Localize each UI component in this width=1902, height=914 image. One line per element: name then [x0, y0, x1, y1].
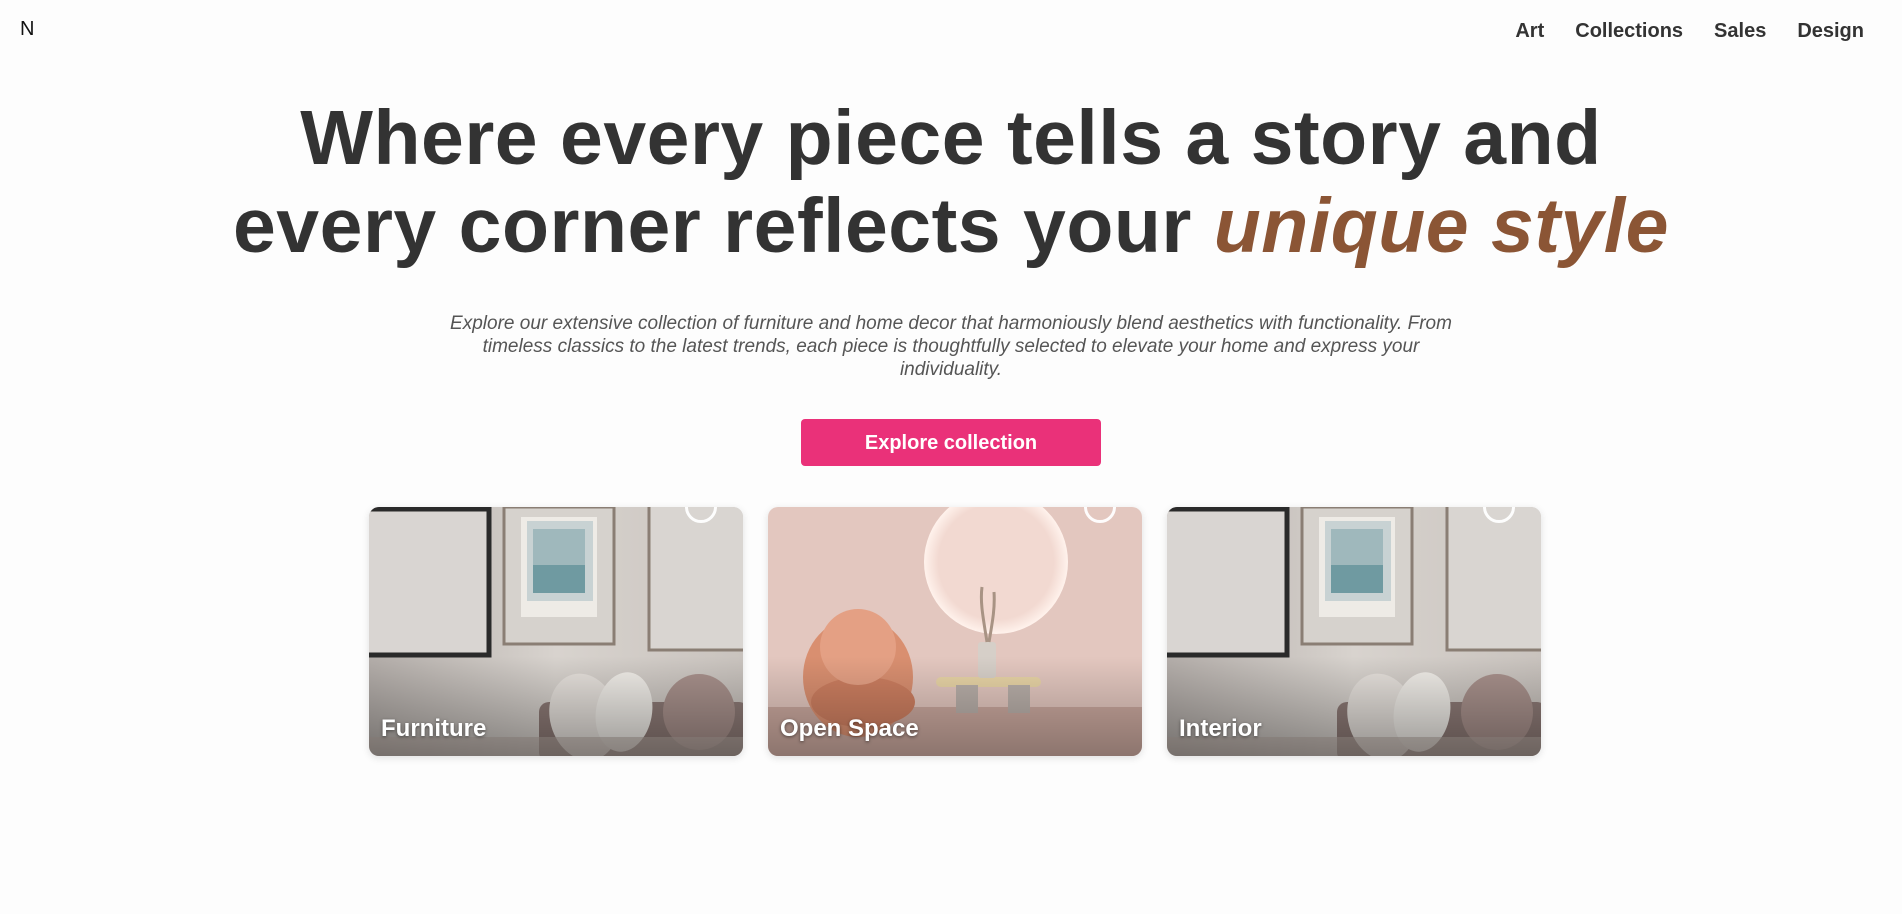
- headline-accent: unique style: [1213, 183, 1670, 269]
- card-label: Open Space: [780, 715, 919, 742]
- hero-section: Where every piece tells a story and ever…: [0, 94, 1902, 466]
- nav-item-design[interactable]: Design: [1797, 20, 1864, 43]
- main-nav: Art Collections Sales Design: [1515, 20, 1864, 43]
- nav-item-sales[interactable]: Sales: [1714, 20, 1766, 43]
- explore-collection-button[interactable]: Explore collection: [801, 419, 1101, 466]
- nav-item-art[interactable]: Art: [1515, 20, 1544, 43]
- logo[interactable]: N: [20, 18, 34, 41]
- headline-line-2: every corner reflects your: [232, 183, 1214, 269]
- hero-headline: Where every piece tells a story and ever…: [0, 94, 1902, 270]
- card-label: Furniture: [381, 715, 487, 742]
- card-furniture[interactable]: Furniture: [369, 507, 743, 756]
- headline-line-1: Where every piece tells a story and: [300, 95, 1602, 181]
- category-cards: Furniture Open Space Interior: [369, 507, 1541, 756]
- card-label: Interior: [1179, 715, 1262, 742]
- card-interior[interactable]: Interior: [1167, 507, 1541, 756]
- card-open-space[interactable]: Open Space: [768, 507, 1142, 756]
- nav-item-collections[interactable]: Collections: [1575, 20, 1683, 43]
- hero-subtext: Explore our extensive collection of furn…: [450, 313, 1452, 380]
